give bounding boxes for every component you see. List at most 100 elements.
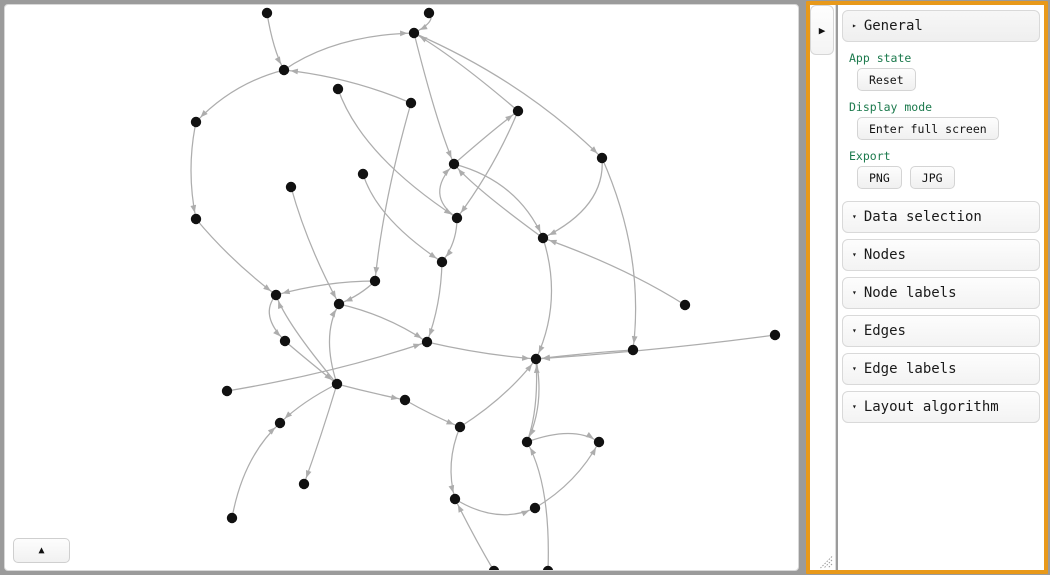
button-row-app-state: Reset xyxy=(857,68,1044,91)
graph-node[interactable] xyxy=(530,353,542,365)
graph-node[interactable] xyxy=(331,378,343,390)
triangle-down-icon: ▾ xyxy=(852,326,857,335)
edge-arrowhead-icon xyxy=(534,224,541,233)
graph-edge xyxy=(195,69,285,123)
graph-node[interactable] xyxy=(627,344,639,356)
graph-node[interactable] xyxy=(521,436,533,448)
edge-arrowhead-icon xyxy=(273,329,281,337)
graph-node[interactable] xyxy=(226,512,238,524)
app-root: ▲ ▶ ▸ General App state Reset Display mo… xyxy=(0,0,1050,575)
graph-edge xyxy=(231,422,281,519)
graph-edge xyxy=(453,163,544,239)
export-jpg-button[interactable]: JPG xyxy=(909,166,955,189)
edge-arrowhead-icon xyxy=(549,239,558,246)
graph-node[interactable] xyxy=(332,83,344,95)
graph-node[interactable] xyxy=(449,493,461,505)
edge-arrowhead-icon xyxy=(400,30,408,37)
section-header-edge-labels[interactable]: ▾ Edge labels xyxy=(842,353,1040,385)
graph-edge xyxy=(413,32,519,112)
group-label-export: Export xyxy=(849,149,891,163)
section-header-layout-algorithm[interactable]: ▾ Layout algorithm xyxy=(842,391,1040,423)
graph-edge xyxy=(413,32,455,165)
graph-node[interactable] xyxy=(221,385,233,397)
graph-node[interactable] xyxy=(274,417,286,429)
graph-node[interactable] xyxy=(488,565,500,571)
graph-edge xyxy=(279,383,338,424)
graph-node[interactable] xyxy=(542,565,554,571)
graph-edge xyxy=(283,69,412,104)
collapsed-sections-list: ▾ Data selection ▾ Nodes ▾ Node labels ▾ Edges ▾… xyxy=(838,201,1044,423)
graph-edge xyxy=(535,237,553,360)
graph-edge xyxy=(362,173,443,263)
graph-node[interactable] xyxy=(333,298,345,310)
graph-node[interactable] xyxy=(454,421,466,433)
graph-edge xyxy=(195,218,277,296)
graph-svg[interactable] xyxy=(5,5,799,571)
graph-edge xyxy=(542,237,686,306)
export-png-button[interactable]: PNG xyxy=(857,166,902,189)
graph-node[interactable] xyxy=(436,256,448,268)
section-header-data-selection[interactable]: ▾ Data selection xyxy=(842,201,1040,233)
edge-arrowhead-icon xyxy=(521,510,530,517)
graph-node[interactable] xyxy=(679,299,691,311)
edge-arrowhead-icon xyxy=(445,150,452,159)
graph-node[interactable] xyxy=(537,232,549,244)
graph-node[interactable] xyxy=(270,289,282,301)
section-header-general[interactable]: ▸ General xyxy=(842,10,1040,42)
edge-arrowhead-icon xyxy=(533,365,540,374)
canvas-expand-button[interactable]: ▲ xyxy=(13,538,70,563)
graph-node[interactable] xyxy=(593,436,605,448)
edge-arrowhead-icon xyxy=(290,68,299,75)
graph-node[interactable] xyxy=(405,97,417,109)
graph-node[interactable] xyxy=(512,105,524,117)
graph-node[interactable] xyxy=(408,27,420,39)
group-label-display-mode: Display mode xyxy=(849,100,933,114)
graph-node[interactable] xyxy=(357,168,369,180)
edge-arrowhead-icon xyxy=(457,504,464,513)
section-header-edges[interactable]: ▾ Edges xyxy=(842,315,1040,347)
edge-arrowhead-icon xyxy=(448,484,455,493)
graph-edge xyxy=(374,102,412,282)
graph-node[interactable] xyxy=(448,158,460,170)
edge-arrowhead-icon xyxy=(446,418,455,425)
graph-node[interactable] xyxy=(369,275,381,287)
graph-node[interactable] xyxy=(278,64,290,76)
triangle-right-icon: ▸ xyxy=(852,21,857,30)
edge-arrowhead-icon xyxy=(589,447,596,456)
graph-node[interactable] xyxy=(769,329,781,341)
triangle-down-icon: ▾ xyxy=(852,402,857,411)
graph-edge xyxy=(453,163,544,239)
graph-node[interactable] xyxy=(285,181,297,193)
edge-arrowhead-icon xyxy=(278,301,284,310)
graph-node[interactable] xyxy=(190,213,202,225)
section-header-nodes[interactable]: ▾ Nodes xyxy=(842,239,1040,271)
enter-full-screen-button[interactable]: Enter full screen xyxy=(857,117,999,140)
section-title: Nodes xyxy=(863,247,906,263)
graph-node[interactable] xyxy=(451,212,463,224)
graph-node[interactable] xyxy=(399,394,411,406)
panel-collapse-toggle-button[interactable]: ▶ xyxy=(810,5,834,55)
control-panel: ▸ General App state Reset Display mode E… xyxy=(838,4,1044,571)
triangle-down-icon: ▾ xyxy=(852,212,857,221)
reset-button[interactable]: Reset xyxy=(857,68,916,91)
edge-arrowhead-icon xyxy=(542,355,551,361)
graph-node[interactable] xyxy=(279,335,291,347)
section-header-node-labels[interactable]: ▾ Node labels xyxy=(842,277,1040,309)
graph-node[interactable] xyxy=(529,502,541,514)
edge-arrowhead-icon xyxy=(282,288,291,295)
edge-arrowhead-icon xyxy=(429,327,435,337)
graph-node[interactable] xyxy=(423,7,435,19)
graph-canvas[interactable]: ▲ xyxy=(4,4,799,571)
graph-node[interactable] xyxy=(190,116,202,128)
graph-edge xyxy=(601,157,637,351)
edge-arrowhead-icon xyxy=(329,309,336,318)
triangle-down-icon: ▾ xyxy=(852,288,857,297)
section-title: Edges xyxy=(863,323,906,339)
section-title: Node labels xyxy=(863,285,957,301)
graph-node[interactable] xyxy=(298,478,310,490)
graph-node[interactable] xyxy=(421,336,433,348)
graph-node[interactable] xyxy=(596,152,608,164)
graph-node[interactable] xyxy=(261,7,273,19)
edge-arrowhead-icon xyxy=(631,335,638,344)
resize-grip-icon[interactable] xyxy=(820,556,833,569)
